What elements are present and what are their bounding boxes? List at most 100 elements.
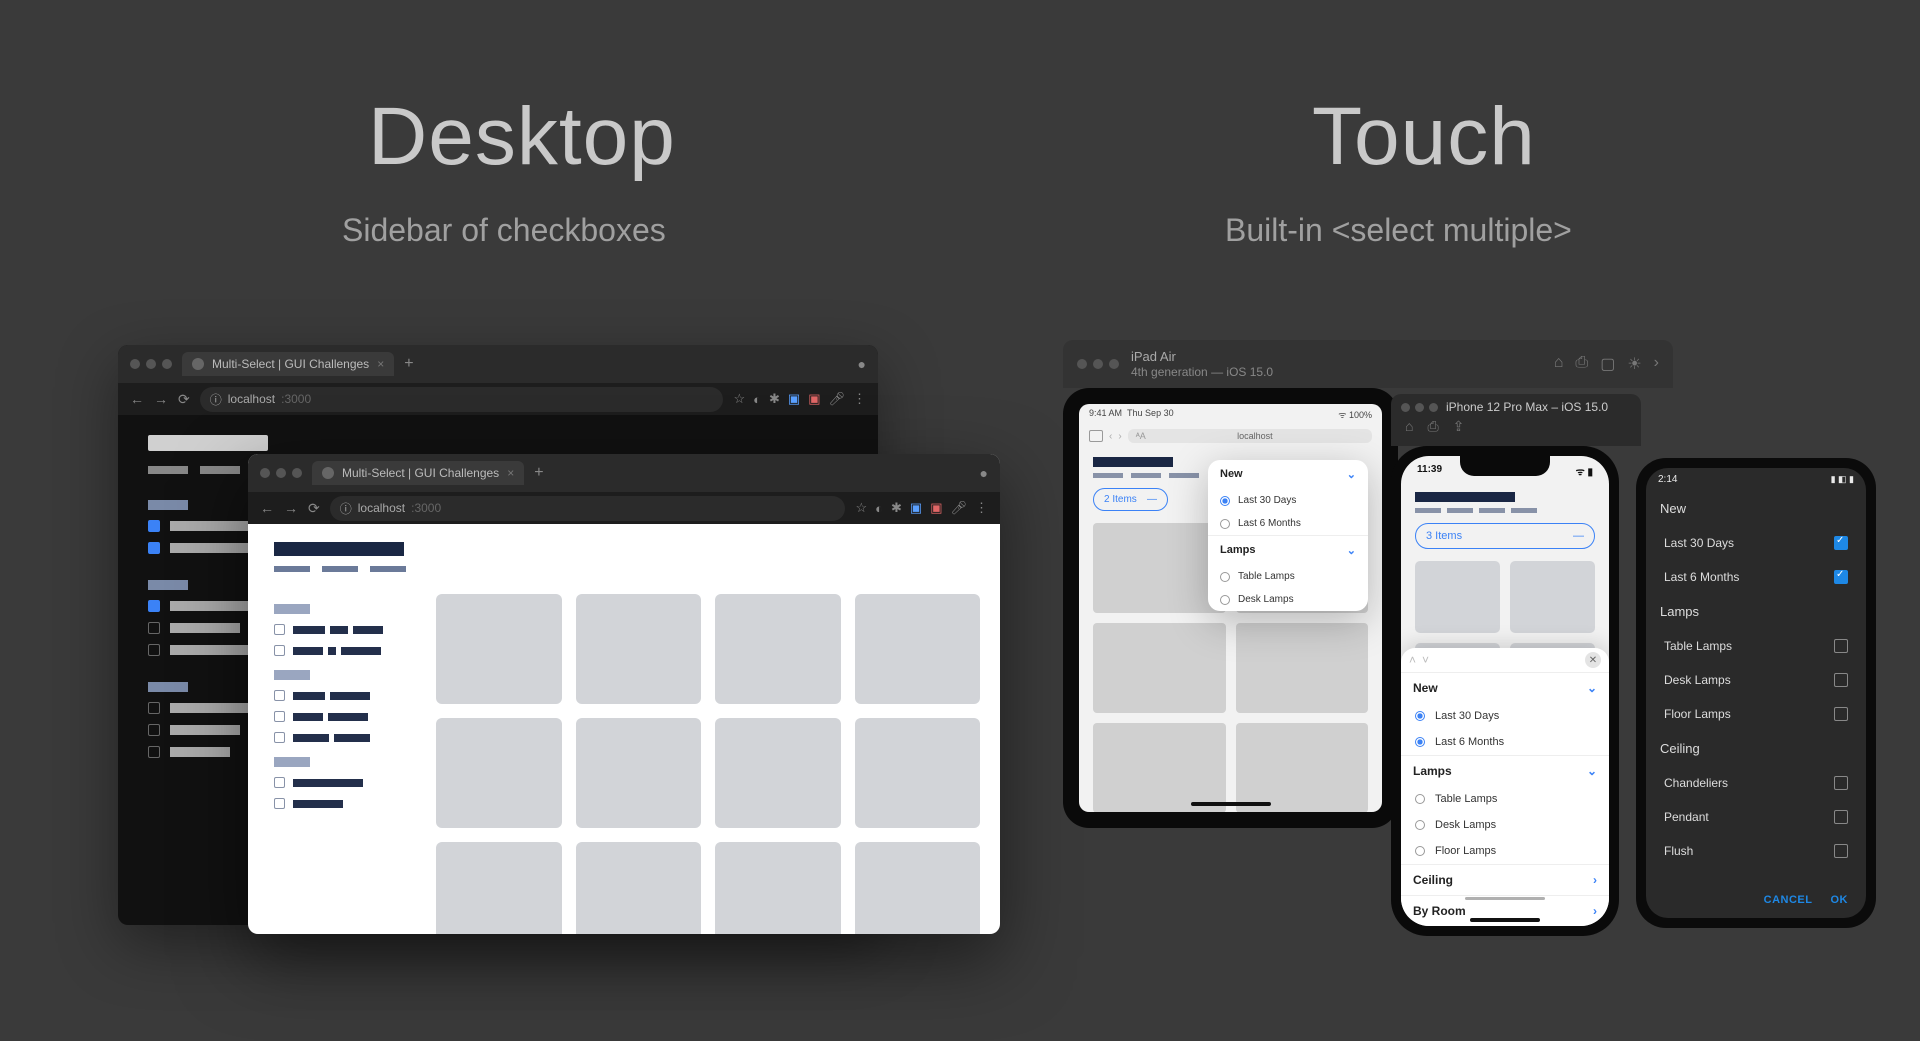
mic-icon[interactable]: 🎤︎ <box>950 500 967 516</box>
option-row[interactable]: Table Lamps <box>1401 786 1609 812</box>
checkbox-row[interactable] <box>274 798 412 809</box>
checkbox-icon[interactable] <box>1834 776 1848 790</box>
radio-icon[interactable] <box>1415 711 1425 721</box>
tab-close-icon[interactable]: × <box>507 466 514 480</box>
checkbox-icon[interactable] <box>274 624 285 635</box>
checkbox-row[interactable] <box>274 645 412 656</box>
ok-button[interactable]: OK <box>1831 894 1849 906</box>
window-controls[interactable] <box>130 359 172 369</box>
star-icon[interactable]: ☆ <box>733 391 745 407</box>
checkbox-icon[interactable] <box>274 798 285 809</box>
star-icon[interactable]: ☆ <box>855 500 867 516</box>
radio-icon[interactable] <box>1220 496 1230 506</box>
checkbox-icon[interactable] <box>148 702 160 714</box>
close-sheet-icon[interactable]: ✕ <box>1585 652 1601 668</box>
result-card[interactable] <box>1415 561 1500 633</box>
checkbox-icon[interactable] <box>274 777 285 788</box>
reload-icon[interactable]: ⟳ <box>308 500 320 517</box>
checkbox-row[interactable] <box>274 777 412 788</box>
checkbox-icon[interactable] <box>148 600 160 612</box>
option-row[interactable]: Last 30 Days <box>1646 526 1866 560</box>
minimize-dot[interactable] <box>146 359 156 369</box>
filter-pill[interactable]: 2 Items — <box>1093 488 1168 511</box>
window-close-icon[interactable]: ● <box>858 356 866 372</box>
window-close-icon[interactable]: ● <box>980 465 988 481</box>
result-card[interactable] <box>436 718 562 828</box>
screenshot-icon[interactable]: ⎙ <box>1427 418 1438 435</box>
ext-icon-2[interactable]: ▣ <box>808 391 820 407</box>
checkbox-row[interactable] <box>274 732 412 743</box>
filter-pill[interactable]: 3 Items — <box>1415 523 1595 549</box>
chevron-down-icon[interactable]: ⌄ <box>1587 681 1597 695</box>
result-card[interactable] <box>715 842 841 934</box>
result-card[interactable] <box>1236 623 1369 713</box>
result-card[interactable] <box>1510 561 1595 633</box>
result-card[interactable] <box>1093 623 1226 713</box>
back-icon[interactable]: ← <box>260 500 274 516</box>
moon-icon[interactable]: ◐ <box>875 501 883 516</box>
result-card[interactable] <box>715 718 841 828</box>
checkbox-icon[interactable] <box>148 622 160 634</box>
checkbox-icon[interactable] <box>148 520 160 532</box>
window-controls[interactable] <box>1077 359 1119 369</box>
radio-icon[interactable] <box>1415 846 1425 856</box>
ext-icon-2[interactable]: ▣ <box>930 500 942 516</box>
reload-icon[interactable]: ⟳ <box>178 391 190 408</box>
result-card[interactable] <box>1093 523 1226 613</box>
option-row[interactable]: Table Lamps <box>1646 629 1866 663</box>
option-row[interactable]: Last 6 Months <box>1646 560 1866 594</box>
result-card[interactable] <box>855 594 981 704</box>
chevron-right-icon[interactable]: › <box>1593 873 1597 887</box>
checkbox-icon[interactable] <box>1834 707 1848 721</box>
option-row[interactable]: Floor Lamps <box>1646 697 1866 731</box>
checkbox-row[interactable] <box>274 711 412 722</box>
home-indicator[interactable] <box>1191 802 1271 806</box>
result-card[interactable] <box>576 594 702 704</box>
result-card[interactable] <box>436 594 562 704</box>
zoom-dot[interactable] <box>292 468 302 478</box>
sidebar-icon[interactable] <box>1089 430 1103 442</box>
close-dot[interactable] <box>260 468 270 478</box>
appearance-icon[interactable]: ☀︎ <box>1627 354 1641 374</box>
chevron-down-icon[interactable]: ⌄ <box>1347 544 1356 557</box>
option-row[interactable]: Chandeliers <box>1646 766 1866 800</box>
checkbox-icon[interactable] <box>1834 639 1848 653</box>
checkbox-row[interactable] <box>274 624 412 635</box>
mic-icon[interactable]: 🎤︎ <box>828 391 845 407</box>
result-card[interactable] <box>1236 723 1369 812</box>
url-input[interactable]: ⓘ localhost:3000 <box>200 387 724 412</box>
checkbox-icon[interactable] <box>148 746 160 758</box>
zoom-dot[interactable] <box>1109 359 1119 369</box>
option-row[interactable]: Flush <box>1646 834 1866 868</box>
checkbox-icon[interactable] <box>148 542 160 554</box>
radio-icon[interactable] <box>1220 519 1230 529</box>
forward-icon[interactable]: › <box>1118 431 1121 442</box>
rotate-icon[interactable]: ▢ <box>1600 354 1615 374</box>
close-dot[interactable] <box>130 359 140 369</box>
ext-icon[interactable]: ▣ <box>788 391 800 407</box>
option-row[interactable]: Pendant <box>1646 800 1866 834</box>
option-row[interactable]: Table Lamps <box>1208 565 1368 588</box>
back-icon[interactable]: ← <box>130 391 144 407</box>
checkbox-icon[interactable] <box>274 690 285 701</box>
chevron-down-icon[interactable]: ⌄ <box>1587 764 1597 778</box>
zoom-dot[interactable] <box>162 359 172 369</box>
option-row[interactable]: Desk Lamps <box>1401 812 1609 838</box>
close-dot[interactable] <box>1077 359 1087 369</box>
screenshot-icon[interactable]: ⎙ <box>1575 354 1588 374</box>
option-row[interactable]: Last 30 Days <box>1208 489 1368 512</box>
home-indicator[interactable] <box>1470 918 1540 922</box>
more-icon[interactable]: › <box>1654 354 1659 374</box>
result-card[interactable] <box>855 842 981 934</box>
result-card[interactable] <box>855 718 981 828</box>
home-icon[interactable]: ⌂ <box>1554 354 1564 374</box>
result-card[interactable] <box>1093 723 1226 812</box>
ext-icon[interactable]: ▣ <box>910 500 922 516</box>
browser-tab[interactable]: Multi-Select | GUI Challenges × <box>182 352 394 376</box>
minimize-dot[interactable] <box>1093 359 1103 369</box>
browser-tab[interactable]: Multi-Select | GUI Challenges × <box>312 461 524 485</box>
back-icon[interactable]: ‹ <box>1109 431 1112 442</box>
radio-icon[interactable] <box>1220 572 1230 582</box>
minimize-dot[interactable] <box>276 468 286 478</box>
new-tab-button[interactable]: + <box>404 355 413 373</box>
